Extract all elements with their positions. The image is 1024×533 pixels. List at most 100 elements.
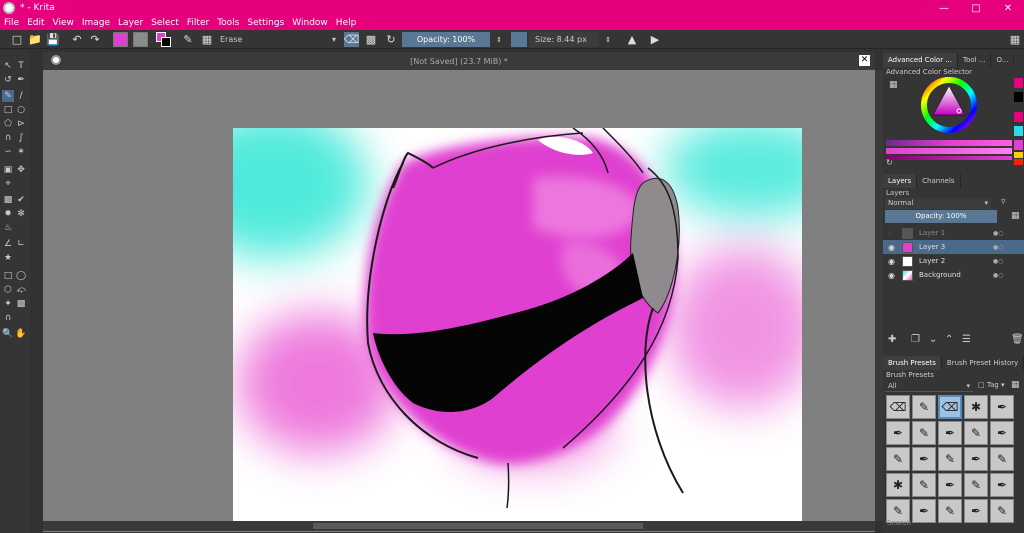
delete-layer-icon[interactable]: 🗑 xyxy=(1011,334,1024,345)
brush-preset-liner[interactable]: ✒ xyxy=(990,473,1014,497)
brush-search-input[interactable]: Search xyxy=(885,517,1011,529)
move-layer-down-icon[interactable]: ⌄ xyxy=(929,334,937,345)
visibility-icon[interactable]: ◉ xyxy=(888,243,898,252)
tab-layers[interactable]: Layers xyxy=(883,174,918,188)
value-slider[interactable] xyxy=(886,156,1012,160)
brush-preset-texture[interactable]: ✱ xyxy=(886,473,910,497)
layer-row-background[interactable]: ◉ Background ●○ xyxy=(883,268,1024,282)
text-tool-icon[interactable]: T xyxy=(15,60,27,72)
brush-editor-icon[interactable]: ✎ xyxy=(181,32,195,47)
edit-shapes-icon[interactable]: ↺ xyxy=(2,74,14,86)
tab-brush-preset-history[interactable]: Brush Preset History xyxy=(942,356,1024,370)
menu-image[interactable]: Image xyxy=(82,18,110,28)
visibility-icon[interactable]: ◉ xyxy=(888,271,898,280)
opacity-spinner-icon[interactable]: ⇕ xyxy=(492,32,506,47)
brush-presets-icon[interactable]: ▦ xyxy=(200,32,214,47)
smart-patch-icon[interactable]: ✸ xyxy=(2,208,14,220)
dynamic-brush-icon[interactable]: ∽ xyxy=(2,146,14,158)
brush-preset-airbrush[interactable]: ✱ xyxy=(964,395,988,419)
move-tool-icon[interactable]: ✥ xyxy=(15,164,27,176)
layer-name[interactable]: Layer 3 xyxy=(919,243,989,251)
layer-row-layer-2[interactable]: ◉ Layer 2 ●○ xyxy=(883,254,1024,268)
color-swatch-7[interactable] xyxy=(1014,159,1023,165)
color-history-icon[interactable]: ↻ xyxy=(886,158,893,167)
tab-channels[interactable]: Channels xyxy=(917,174,961,188)
add-layer-icon[interactable]: ✚ xyxy=(888,334,896,345)
brush-preset-pen[interactable]: ✒ xyxy=(990,421,1014,445)
visibility-icon[interactable]: ◉ xyxy=(888,257,898,266)
brush-preset-dry[interactable]: ✎ xyxy=(938,447,962,471)
color-picker-icon[interactable]: ✔ xyxy=(15,194,27,206)
horizontal-scrollbar[interactable] xyxy=(43,521,875,531)
brush-tag-dropdown[interactable]: □ Tag ▾ xyxy=(978,381,1004,389)
freehand-select-icon[interactable]: ⤽ xyxy=(15,284,27,296)
brush-preset-round[interactable]: ✒ xyxy=(938,473,962,497)
color-swatch-2[interactable] xyxy=(1014,92,1023,102)
freehand-path-icon[interactable]: ∫ xyxy=(15,132,27,144)
menu-tools[interactable]: Tools xyxy=(217,18,239,28)
contiguous-select-icon[interactable]: ✦ xyxy=(2,298,14,310)
menu-edit[interactable]: Edit xyxy=(27,18,44,28)
reload-preset-icon[interactable]: ↻ xyxy=(384,32,398,47)
brush-preset-chalk[interactable]: ✎ xyxy=(886,447,910,471)
menu-view[interactable]: View xyxy=(53,18,74,28)
size-slider[interactable]: Size: 8.44 px xyxy=(529,32,599,47)
color-swatch-4[interactable] xyxy=(1014,126,1023,136)
menu-help[interactable]: Help xyxy=(336,18,357,28)
mirror-horizontal-icon[interactable]: ▲ xyxy=(625,32,639,47)
multibrush-icon[interactable]: ✶ xyxy=(15,146,27,158)
gradient-swatch[interactable] xyxy=(113,32,128,47)
reference-tool-icon[interactable]: ★ xyxy=(2,252,14,264)
vertical-scrollbar[interactable] xyxy=(875,70,883,521)
color-swatch-3[interactable] xyxy=(1014,112,1023,122)
visibility-hidden-icon[interactable]: ◦ xyxy=(888,229,898,238)
layer-blend-dropdown[interactable]: Normal ▾ xyxy=(885,198,991,209)
new-document-icon[interactable]: □ xyxy=(10,32,24,47)
rectangle-tool-icon[interactable]: □ xyxy=(2,104,14,116)
layer-list-options-icon[interactable]: ▦ xyxy=(1011,211,1020,221)
mirror-vertical-icon[interactable]: ▶ xyxy=(648,32,662,47)
undo-icon[interactable]: ↶ xyxy=(70,32,84,47)
layer-flags-icon[interactable]: ●○ xyxy=(993,230,1003,237)
ellipse-select-icon[interactable]: ◯ xyxy=(15,270,27,282)
gradient-tool-icon[interactable]: ▩ xyxy=(2,194,14,206)
layer-properties-icon[interactable]: ☰ xyxy=(962,334,971,345)
tab-brush-presets[interactable]: Brush Presets xyxy=(883,356,942,370)
layer-name[interactable]: Background xyxy=(919,271,989,279)
similar-select-icon[interactable]: ▩ xyxy=(15,298,27,310)
maximize-button[interactable]: □ xyxy=(960,0,992,16)
polyline-tool-icon[interactable]: ⊳ xyxy=(15,118,27,130)
color-wheel[interactable] xyxy=(921,77,977,133)
menu-file[interactable]: File xyxy=(4,18,19,28)
duplicate-layer-icon[interactable]: ❐ xyxy=(911,334,920,345)
horizontal-scroll-thumb[interactable] xyxy=(313,523,643,529)
filter-icon[interactable]: ▿ xyxy=(1001,197,1006,207)
color-settings-icon[interactable]: ▦ xyxy=(889,80,898,90)
calligraphy-icon[interactable]: ✒ xyxy=(15,74,27,86)
layer-name[interactable]: Layer 2 xyxy=(919,257,989,265)
preserve-alpha-icon[interactable]: ▩ xyxy=(364,32,378,47)
pan-tool-icon[interactable]: ✋ xyxy=(15,328,27,340)
color-swatch-6[interactable] xyxy=(1014,152,1023,158)
line-tool-icon[interactable]: ∕ xyxy=(15,90,27,102)
fill-tool-icon[interactable]: ♨ xyxy=(2,222,14,234)
layer-flags-icon[interactable]: ●○ xyxy=(993,244,1003,251)
painting-canvas[interactable] xyxy=(233,128,802,521)
brush-preset-marker[interactable]: ✒ xyxy=(886,421,910,445)
minimize-button[interactable]: — xyxy=(928,0,960,16)
eraser-mode-icon[interactable]: ⌫ xyxy=(344,32,359,47)
measure-tool-icon[interactable]: ∠ xyxy=(2,238,14,250)
menu-select[interactable]: Select xyxy=(151,18,179,28)
bezier-tool-icon[interactable]: ∩ xyxy=(2,132,14,144)
brush-view-options-icon[interactable]: ▦ xyxy=(1011,380,1020,390)
menu-layer[interactable]: Layer xyxy=(118,18,143,28)
opacity-slider[interactable]: Opacity: 100% xyxy=(402,32,490,47)
layer-name[interactable]: Layer 1 xyxy=(919,229,989,237)
brush-preset-flat[interactable]: ✎ xyxy=(964,473,988,497)
brush-preset-basic[interactable]: ✎ xyxy=(912,473,936,497)
brush-preset-wet[interactable]: ✒ xyxy=(964,447,988,471)
menu-settings[interactable]: Settings xyxy=(247,18,284,28)
brush-preset-smudge[interactable]: ✒ xyxy=(938,421,962,445)
document-tab[interactable]: [Not Saved] (23.7 MiB) * ✕ xyxy=(43,52,875,70)
background-color[interactable] xyxy=(161,37,171,47)
